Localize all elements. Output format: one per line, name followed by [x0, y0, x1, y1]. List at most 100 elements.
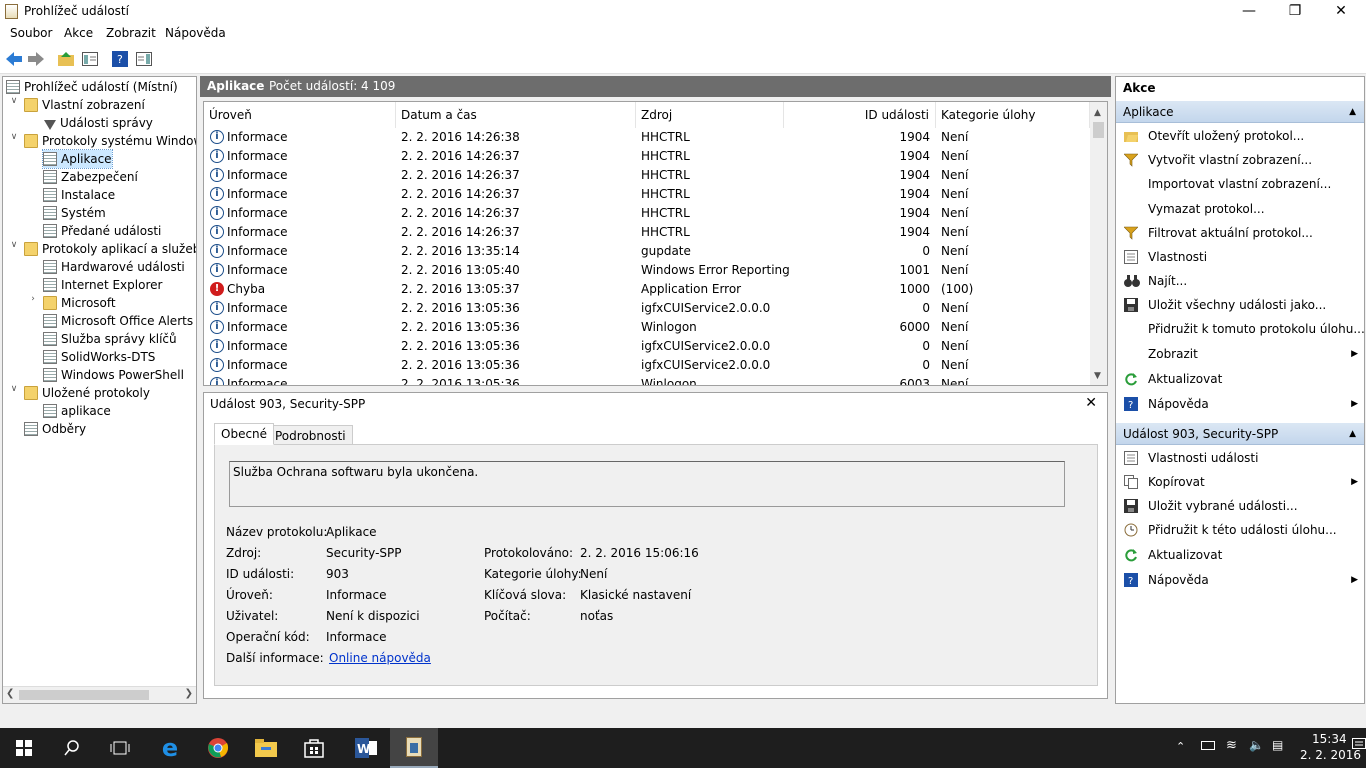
scroll-up-icon[interactable]: ▲	[1094, 108, 1101, 118]
chevron-up-icon[interactable]: ⌃	[1176, 740, 1185, 753]
collapse-chevron-icon[interactable]: ∨	[9, 96, 19, 106]
table-row[interactable]: i Informace 2. 2. 2016 14:26:37 HHCTRL 1904 N…	[204, 185, 1090, 204]
table-row[interactable]: i Informace 2. 2. 2016 13:05:36 igfxCUIServ…	[204, 356, 1090, 375]
tree-item-7[interactable]: Předané události	[43, 222, 161, 240]
tree-item-16[interactable]: Uložené protokoly	[24, 384, 150, 402]
action-item-section1-4[interactable]: Filtrovat aktuální protokol...	[1123, 223, 1360, 243]
show-hide-tree-icon[interactable]	[80, 49, 100, 69]
action-item-section1-11[interactable]: ? Nápověda ▶	[1124, 394, 1360, 414]
collapse-chevron-icon[interactable]: ∨	[9, 240, 19, 250]
event-list-scrollbar[interactable]: ▲ ▼	[1090, 102, 1107, 385]
collapse-chevron-icon[interactable]: ∨	[9, 132, 19, 142]
column-header-event-id[interactable]: ID události	[784, 102, 936, 128]
action-item-section2-4[interactable]: Aktualizovat	[1124, 545, 1360, 565]
menu-view[interactable]: Zobrazit	[106, 26, 156, 40]
scroll-right-icon[interactable]: ❯	[185, 688, 193, 699]
actions-section-log[interactable]: Aplikace ▲	[1116, 101, 1364, 123]
collapse-icon[interactable]: ▲	[1349, 423, 1356, 445]
action-item-section1-9[interactable]: Zobrazit ▶	[1124, 344, 1360, 364]
action-item-section2-5[interactable]: ? Nápověda ▶	[1124, 570, 1360, 590]
tree-item-4[interactable]: Zabezpečení	[43, 168, 138, 186]
clock-time[interactable]: 15:34	[1312, 732, 1347, 746]
tab-details[interactable]: Podrobnosti	[268, 425, 353, 445]
edge-icon[interactable]: e	[146, 728, 194, 768]
tree-item-6[interactable]: Systém	[43, 204, 106, 222]
action-item-section1-1[interactable]: Vytvořit vlastní zobrazení...	[1123, 150, 1360, 170]
event-viewer-taskbar-icon[interactable]	[390, 728, 438, 768]
up-folder-icon[interactable]	[56, 49, 76, 69]
table-row[interactable]: ! Chyba 2. 2. 2016 13:05:37 Application Err…	[204, 280, 1090, 299]
menu-file[interactable]: Soubor	[10, 26, 52, 40]
action-item-section1-0[interactable]: Otevřít uložený protokol...	[1124, 126, 1360, 146]
wifi-icon[interactable]: ≋	[1226, 738, 1237, 753]
table-row[interactable]: i Informace 2. 2. 2016 14:26:37 HHCTRL 1904 N…	[204, 204, 1090, 223]
action-item-section1-2[interactable]: Importovat vlastní zobrazení...	[1124, 174, 1360, 194]
language-icon[interactable]: ▤	[1272, 738, 1283, 752]
maximize-button[interactable]: ❐	[1272, 0, 1318, 24]
menu-action[interactable]: Akce	[64, 26, 93, 40]
start-windows-icon[interactable]	[0, 728, 48, 768]
table-row[interactable]: i Informace 2. 2. 2016 13:05:40 Windows Err…	[204, 261, 1090, 280]
chrome-icon[interactable]	[194, 728, 242, 768]
expand-chevron-icon[interactable]: ›	[28, 294, 38, 304]
column-header-date[interactable]: Datum a čas	[396, 102, 636, 128]
scroll-thumb[interactable]	[1093, 122, 1104, 138]
tree-item-2[interactable]: Protokoly systému Windows	[24, 132, 196, 150]
table-row[interactable]: i Informace 2. 2. 2016 13:35:14 gupdate 0 Nen…	[204, 242, 1090, 261]
tab-general[interactable]: Obecné	[214, 423, 275, 445]
table-row[interactable]: i Informace 2. 2. 2016 14:26:37 HHCTRL 1904 N…	[204, 166, 1090, 185]
table-row[interactable]: i Informace 2. 2. 2016 13:05:36 Winlogon 600…	[204, 375, 1090, 385]
back-arrow-icon[interactable]	[4, 49, 24, 69]
action-item-section1-6[interactable]: Najít...	[1124, 271, 1360, 291]
tree-item-12[interactable]: Microsoft Office Alerts	[43, 312, 193, 330]
tree-item-9[interactable]: Hardwarové události	[43, 258, 185, 276]
actions-section-event[interactable]: Událost 903, Security-SPP ▲	[1116, 423, 1364, 445]
tree-item-5[interactable]: Instalace	[43, 186, 115, 204]
action-item-section1-8[interactable]: Přidružit k tomuto protokolu úlohu...	[1124, 319, 1365, 339]
tree-horizontal-scrollbar[interactable]: ❮ ❯	[3, 686, 196, 703]
tree-item-3[interactable]: Aplikace	[42, 149, 113, 169]
tree-item-11[interactable]: Microsoft	[43, 294, 116, 312]
tree-item-13[interactable]: Služba správy klíčů	[43, 330, 177, 348]
table-row[interactable]: i Informace 2. 2. 2016 14:26:37 HHCTRL 1904 N…	[204, 223, 1090, 242]
scroll-thumb[interactable]	[19, 690, 149, 700]
tree-item-10[interactable]: Internet Explorer	[43, 276, 162, 294]
table-row[interactable]: i Informace 2. 2. 2016 13:05:36 igfxCUIServ…	[204, 337, 1090, 356]
action-item-section2-3[interactable]: Přidružit k této události úlohu...	[1124, 520, 1360, 540]
tree-item-15[interactable]: Windows PowerShell	[43, 366, 184, 384]
action-item-section1-10[interactable]: Aktualizovat	[1124, 369, 1360, 389]
tree-item-17[interactable]: aplikace	[43, 402, 111, 420]
tree-item-0[interactable]: Vlastní zobrazení	[24, 96, 145, 114]
search-icon[interactable]	[48, 728, 96, 768]
show-action-pane-icon[interactable]	[134, 49, 154, 69]
close-detail-icon[interactable]: ✕	[1085, 395, 1097, 411]
collapse-chevron-icon[interactable]: ∨	[9, 384, 19, 394]
volume-icon[interactable]: 🔈	[1249, 738, 1264, 752]
task-view-icon[interactable]	[96, 728, 144, 768]
minimize-button[interactable]: —	[1226, 0, 1272, 24]
store-icon[interactable]	[290, 728, 338, 768]
table-row[interactable]: i Informace 2. 2. 2016 14:26:37 HHCTRL 1904 N…	[204, 147, 1090, 166]
scroll-down-icon[interactable]: ▼	[1094, 371, 1101, 381]
action-item-section2-1[interactable]: Kopírovat ▶	[1124, 472, 1360, 492]
help-icon[interactable]: ?	[110, 49, 130, 69]
close-button[interactable]: ✕	[1318, 0, 1364, 24]
tree-item-14[interactable]: SolidWorks-DTS	[43, 348, 155, 366]
action-item-section2-0[interactable]: Vlastnosti události	[1124, 448, 1360, 468]
tree-item-8[interactable]: Protokoly aplikací a služeb	[24, 240, 196, 258]
action-item-section1-3[interactable]: Vymazat protokol...	[1124, 199, 1360, 219]
word-icon[interactable]: W	[342, 728, 390, 768]
table-row[interactable]: i Informace 2. 2. 2016 13:05:36 Winlogon 600…	[204, 318, 1090, 337]
tree-root[interactable]: Prohlížeč událostí (Místní)	[6, 78, 178, 96]
table-row[interactable]: i Informace 2. 2. 2016 13:05:36 igfxCUIServ…	[204, 299, 1090, 318]
menu-help[interactable]: Nápověda	[165, 26, 226, 40]
table-row[interactable]: i Informace 2. 2. 2016 14:26:38 HHCTRL 1904 N…	[204, 128, 1090, 147]
tree-item-18[interactable]: Odběry	[24, 420, 86, 438]
online-help-link[interactable]: Online nápověda	[329, 651, 431, 665]
action-item-section1-7[interactable]: Uložit všechny události jako...	[1124, 295, 1360, 315]
column-header-source[interactable]: Zdroj	[636, 102, 784, 128]
battery-icon[interactable]	[1201, 741, 1215, 750]
column-header-level[interactable]: Úroveň	[204, 102, 396, 128]
tree-item-1[interactable]: Události správy	[43, 114, 153, 132]
collapse-icon[interactable]: ▲	[1349, 101, 1356, 123]
